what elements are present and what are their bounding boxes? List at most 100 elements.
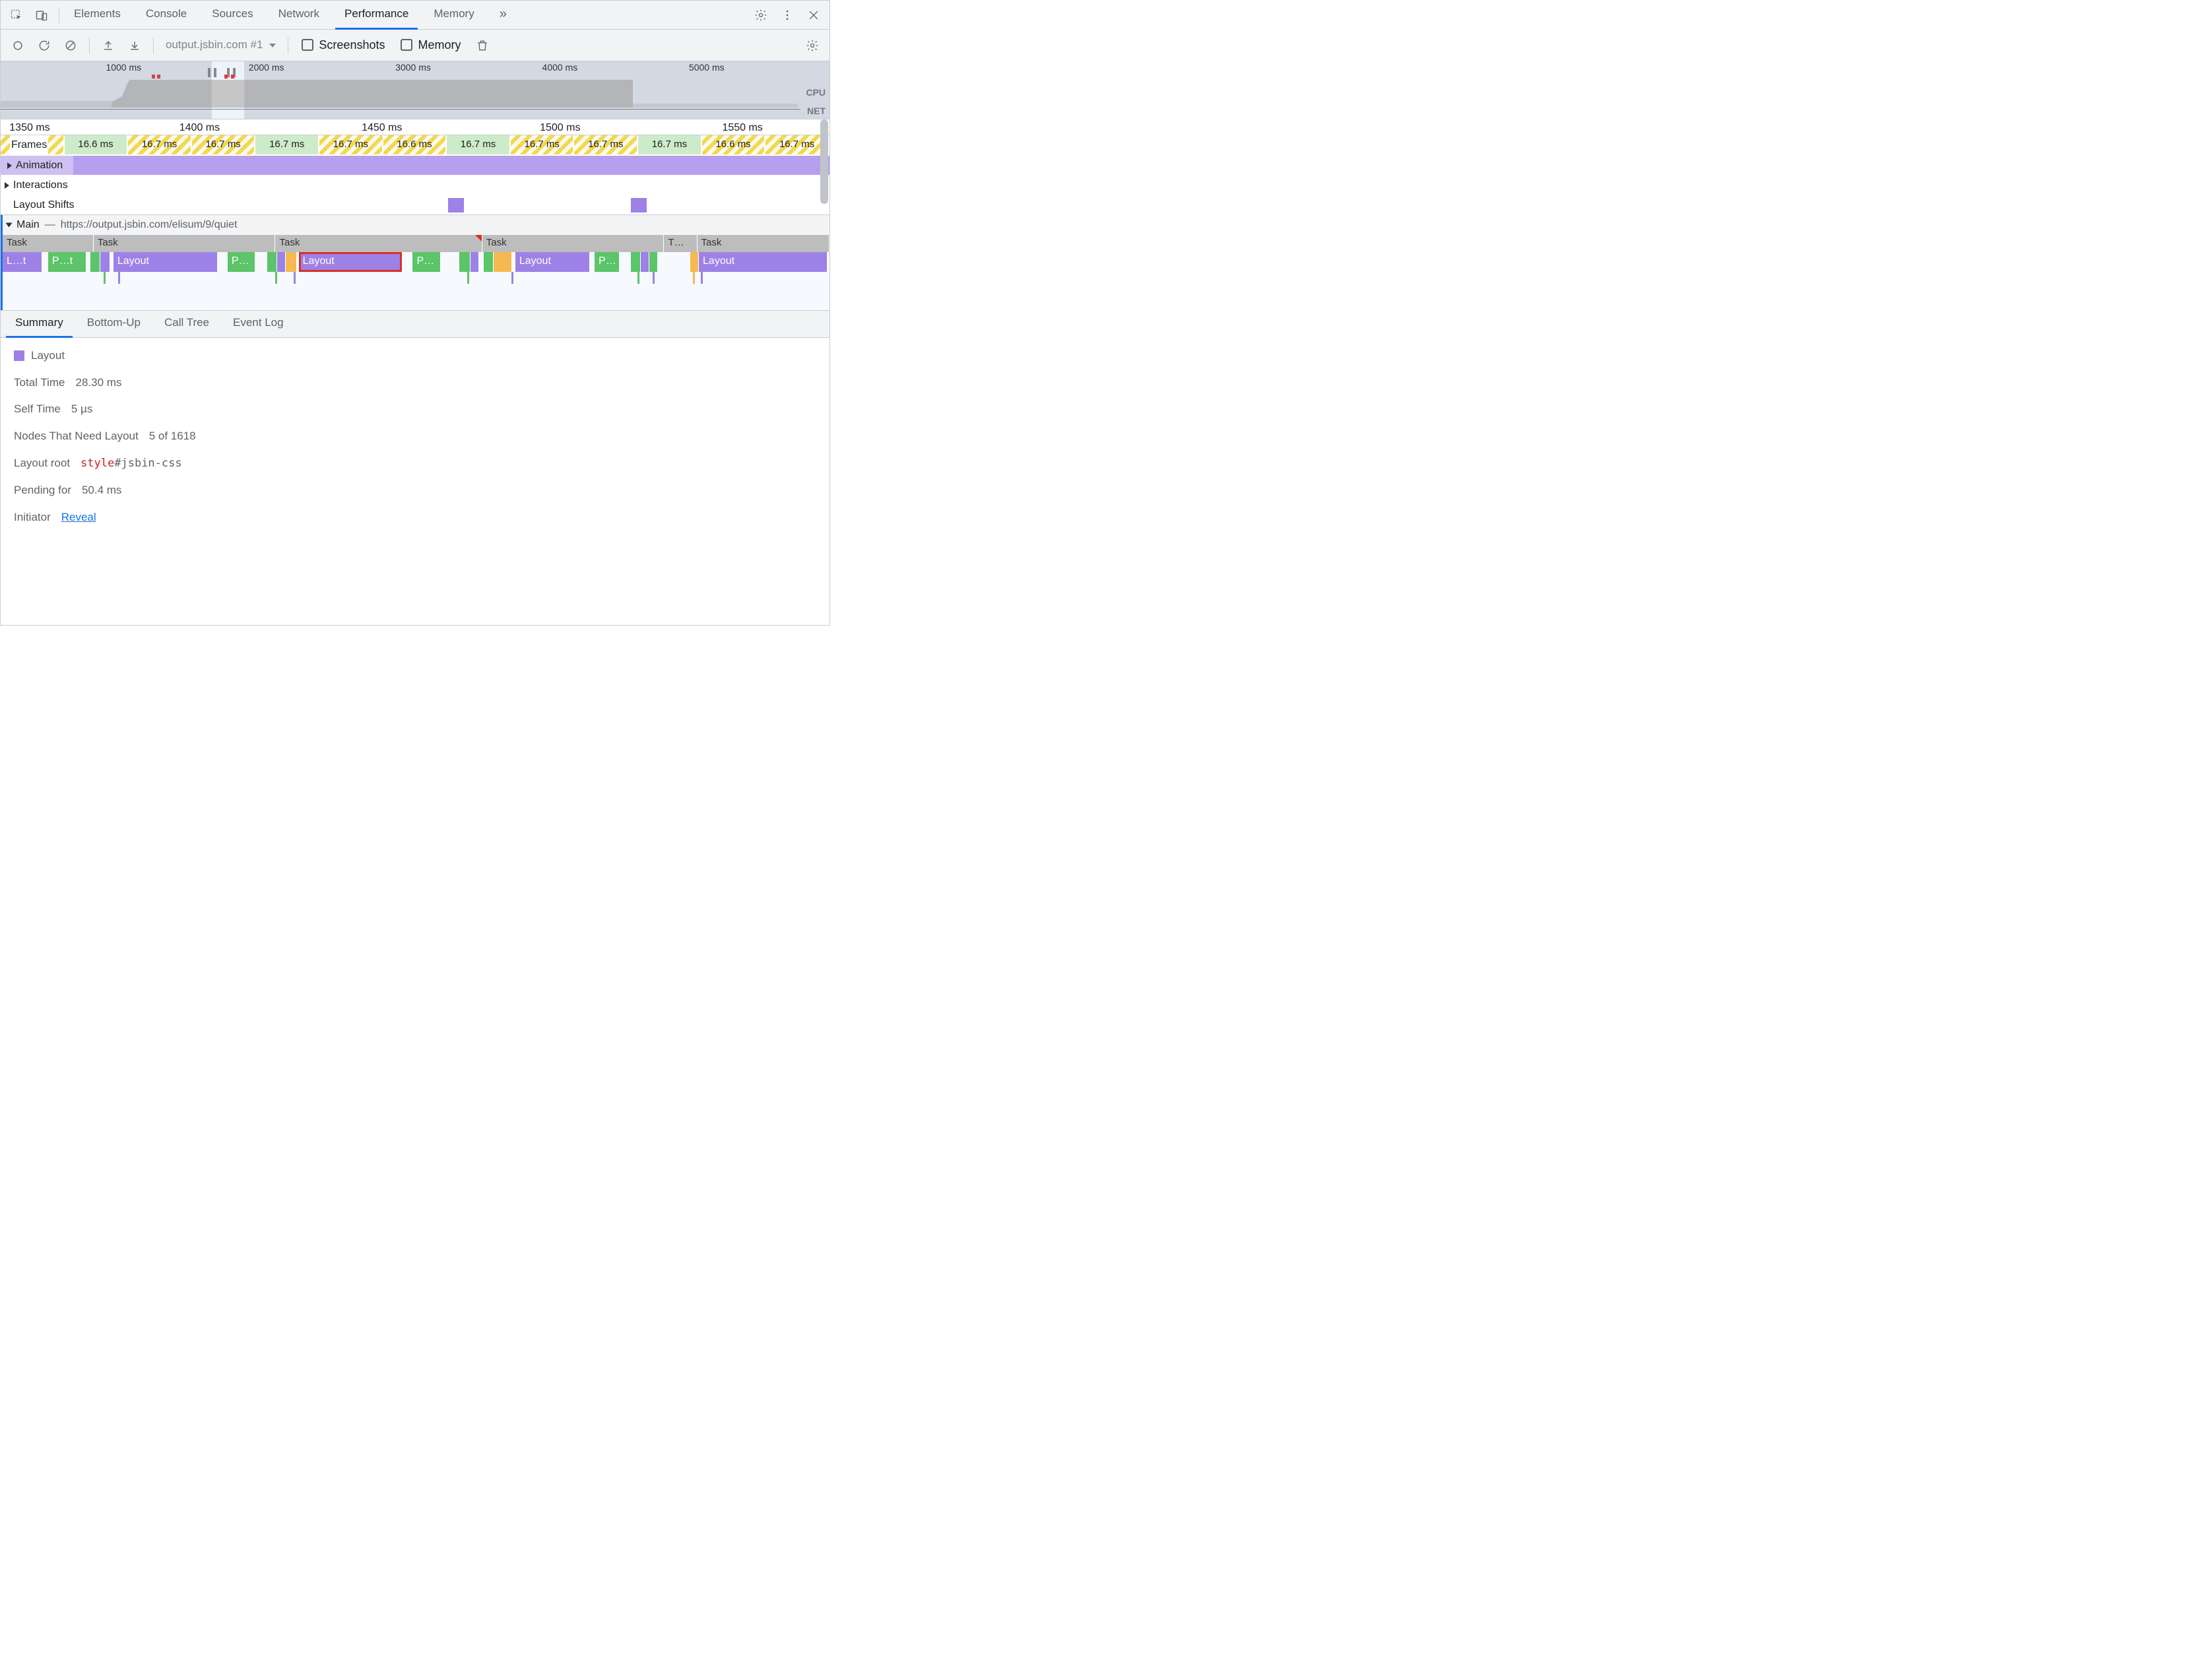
tab-sources[interactable]: Sources [203,1,262,30]
flame-sliver[interactable] [693,272,695,284]
frame-cell[interactable]: 16.7 ms [447,135,509,154]
flame-block[interactable]: Layout [699,252,828,272]
flame-sliver[interactable] [294,272,296,284]
delete-profile-icon[interactable] [471,34,494,57]
flame-block[interactable] [690,252,699,272]
kebab-menu-icon[interactable] [775,3,799,27]
flame-block[interactable]: Layout [515,252,590,272]
tab-performance[interactable]: Performance [335,1,418,30]
main-thread-track[interactable]: Main — https://output.jsbin.com/elisum/9… [1,214,830,310]
flame-block[interactable]: P… [412,252,441,272]
flame-sliver[interactable] [701,272,703,284]
frame-cell[interactable]: 16.6 ms [383,135,446,154]
flame-block[interactable] [649,252,658,272]
flame-chart[interactable]: TaskTaskTaskTaskT…Task L…tP…tLayoutP…Lay… [3,235,830,310]
label-nodes: Nodes That Need Layout [14,429,139,444]
task-block[interactable]: T… [664,235,697,252]
inspect-element-icon[interactable] [5,3,28,27]
devtools-panel: Elements Console Sources Network Perform… [0,0,830,626]
tab-console[interactable]: Console [137,1,196,30]
flame-block[interactable] [286,252,298,272]
flame-block[interactable] [267,252,277,272]
frame-cell[interactable]: 16.7 ms [319,135,382,154]
value-layout-root[interactable]: style#jsbin-css [81,456,182,471]
task-block[interactable]: Task [275,235,482,252]
details-tab-event-log[interactable]: Event Log [224,310,293,338]
close-icon[interactable] [802,3,826,27]
flame-block[interactable]: Layout [114,252,218,272]
timeline-ruler[interactable]: 1350 ms1400 ms1450 ms1500 ms1550 ms [1,119,830,135]
initiator-reveal-link[interactable]: Reveal [61,510,96,525]
interactions-track-label: Interactions [13,178,68,193]
task-block[interactable]: Task [94,235,276,252]
details-tab-summary[interactable]: Summary [6,310,73,338]
frames-strip: ms16.6 ms16.7 ms16.7 ms16.7 ms16.7 ms16.… [1,135,830,154]
frame-cell[interactable]: 16.7 ms [511,135,573,154]
flame-block[interactable] [631,252,641,272]
tab-memory[interactable]: Memory [424,1,483,30]
task-block[interactable]: Task [698,235,830,252]
flame-sliver[interactable] [511,272,513,284]
frame-cell[interactable]: 16.7 ms [255,135,318,154]
collapse-icon[interactable] [6,222,13,227]
memory-label: Memory [418,37,461,53]
details-tab-bottom-up[interactable]: Bottom-Up [78,310,150,338]
layout-shifts-track[interactable]: Layout Shifts [1,195,830,214]
frame-cell[interactable]: 16.6 ms [702,135,765,154]
divider [153,38,154,53]
flame-block[interactable]: L…t [3,252,42,272]
flame-block[interactable] [277,252,286,272]
settings-icon[interactable] [749,3,773,27]
screenshots-checkbox[interactable]: Screenshots [302,37,385,53]
expand-icon[interactable] [7,162,12,169]
flame-block[interactable] [100,252,110,272]
flame-sliver[interactable] [637,272,639,284]
device-toolbar-icon[interactable] [30,3,53,27]
frames-track[interactable]: Frames ms16.6 ms16.7 ms16.7 ms16.7 ms16.… [1,135,830,155]
reload-record-icon[interactable] [32,34,56,57]
memory-checkbox[interactable]: Memory [401,37,461,53]
flame-block[interactable] [484,252,494,272]
flame-block[interactable] [459,252,471,272]
layout-shift-event[interactable] [631,198,647,212]
animation-track[interactable]: Animation [1,155,830,175]
record-icon[interactable] [6,34,30,57]
upload-profile-icon[interactable] [96,34,120,57]
recording-selector[interactable]: output.jsbin.com #1 [160,38,281,53]
flame-block[interactable]: P… [595,252,620,272]
flame-sliver[interactable] [275,272,277,284]
tab-network[interactable]: Network [269,1,329,30]
frame-cell[interactable]: 16.7 ms [574,135,637,154]
flame-block[interactable] [494,252,512,272]
details-tab-call-tree[interactable]: Call Tree [155,310,218,338]
frame-cell[interactable]: 16.7 ms [192,135,255,154]
frame-cell[interactable]: 16.7 ms [638,135,701,154]
tab-elements[interactable]: Elements [65,1,130,30]
tab-overflow[interactable]: » [490,1,516,30]
layout-root-selector: #jsbin-css [114,457,181,470]
flame-sliver[interactable] [118,272,120,284]
interactions-track[interactable]: Interactions [1,175,830,195]
layout-shift-event[interactable] [448,198,464,212]
flame-block[interactable] [90,252,100,272]
overview-timeline[interactable]: 1000 ms2000 ms3000 ms4000 ms5000 ms CPU … [1,61,830,119]
flame-sliver[interactable] [467,272,469,284]
capture-settings-icon[interactable] [800,34,824,57]
flame-block[interactable]: P… [228,252,256,272]
checkbox-icon [401,39,412,51]
frame-cell[interactable]: 16.6 ms [65,135,127,154]
frame-cell[interactable]: 16.7 ms [765,135,828,154]
frame-cell[interactable]: 16.7 ms [128,135,191,154]
flame-block[interactable] [471,252,479,272]
clear-icon[interactable] [59,34,82,57]
scrollbar-thumb[interactable] [820,119,828,204]
expand-icon[interactable] [5,182,9,189]
flame-block[interactable]: P…t [48,252,86,272]
flame-sliver[interactable] [104,272,106,284]
selected-layout-event[interactable]: Layout [299,252,403,272]
download-profile-icon[interactable] [123,34,146,57]
flame-sliver[interactable] [653,272,655,284]
flame-block[interactable] [641,252,649,272]
task-block[interactable]: Task [482,235,665,252]
task-block[interactable]: Task [3,235,94,252]
